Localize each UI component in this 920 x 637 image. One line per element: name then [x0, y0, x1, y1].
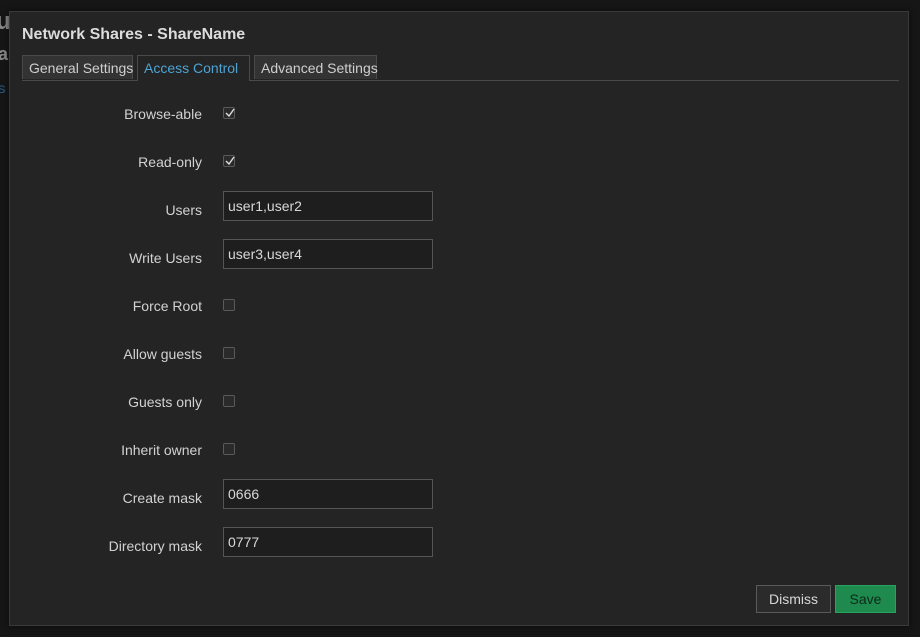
form-row-inherit-owner: Inherit owner	[10, 435, 908, 465]
tab-access-control[interactable]: Access Control	[137, 55, 250, 81]
form-row-users: Users user1,user2	[10, 191, 908, 225]
allow-guests-checkbox[interactable]	[223, 347, 235, 359]
inherit-owner-label: Inherit owner	[121, 442, 202, 458]
guests-only-checkbox[interactable]	[223, 395, 235, 407]
background-link-fragment: S	[0, 84, 6, 96]
browseable-checkbox[interactable]	[223, 107, 235, 119]
tab-bar: General Settings Access Control Advanced…	[22, 55, 899, 81]
modal-title: Network Shares - ShareName	[22, 26, 246, 43]
force-root-label: Force Root	[132, 298, 202, 314]
check-icon	[225, 156, 235, 166]
readonly-label: Read-only	[138, 154, 202, 170]
form-row-browseable: Browse-able	[10, 99, 908, 129]
create-mask-label: Create mask	[122, 490, 202, 506]
form-row-allow-guests: Allow guests	[10, 339, 908, 369]
browseable-label: Browse-able	[124, 106, 202, 122]
create-mask-input[interactable]: 0666	[223, 479, 433, 509]
users-input[interactable]: user1,user2	[223, 191, 433, 221]
background-text-fragment: a	[0, 44, 9, 64]
force-root-checkbox[interactable]	[223, 299, 235, 311]
allow-guests-label: Allow guests	[123, 346, 202, 362]
users-label: Users	[165, 202, 202, 218]
form-row-guests-only: Guests only	[10, 387, 908, 417]
guests-only-label: Guests only	[128, 394, 202, 410]
write-users-label: Write Users	[129, 250, 202, 266]
directory-mask-input[interactable]: 0777	[223, 527, 433, 557]
form-row-readonly: Read-only	[10, 147, 908, 177]
form-row-force-root: Force Root	[10, 291, 908, 321]
directory-mask-label: Directory mask	[108, 538, 202, 554]
save-button[interactable]: Save	[835, 585, 896, 613]
dismiss-button[interactable]: Dismiss	[756, 585, 831, 613]
write-users-input[interactable]: user3,user4	[223, 239, 433, 269]
inherit-owner-checkbox[interactable]	[223, 443, 235, 455]
form-row-directory-mask: Directory mask 0777	[10, 527, 908, 561]
check-icon	[225, 108, 235, 118]
form-row-write-users: Write Users user3,user4	[10, 239, 908, 273]
form-row-create-mask: Create mask 0666	[10, 479, 908, 513]
tab-advanced-settings[interactable]: Advanced Settings	[254, 55, 378, 79]
network-shares-modal: Network Shares - ShareName General Setti…	[9, 11, 909, 626]
readonly-checkbox[interactable]	[223, 155, 235, 167]
tab-general-settings[interactable]: General Settings	[22, 55, 133, 79]
